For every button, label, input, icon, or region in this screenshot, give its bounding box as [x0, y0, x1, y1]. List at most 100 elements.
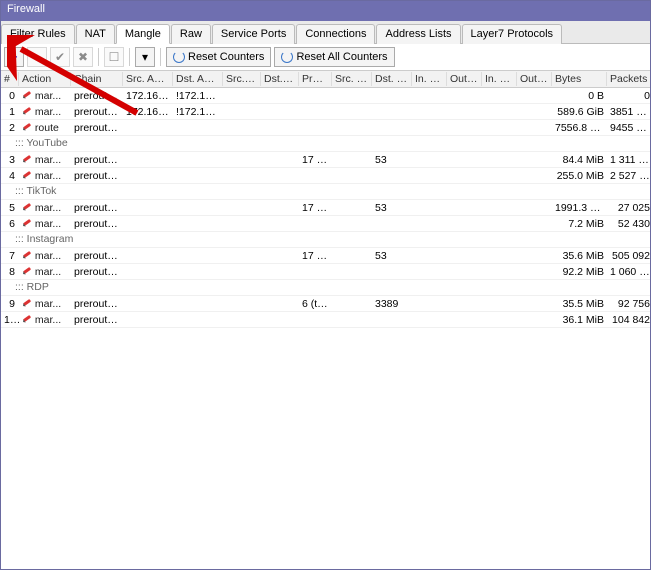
table-row[interactable]: 7 mar...prerouting17 (u...5335.6 MiB505 …: [1, 248, 650, 264]
cell: !172.16.0.0....: [173, 106, 223, 118]
cell: mar...: [19, 313, 71, 326]
pencil-icon: [22, 153, 32, 163]
cell: 9455 730...: [607, 122, 650, 134]
cell: mar...: [19, 217, 71, 230]
cell: 0: [607, 90, 650, 102]
cell: 0 B: [552, 90, 607, 102]
add-button[interactable]: +: [4, 47, 24, 67]
reset-counters-label: Reset Counters: [188, 51, 264, 63]
table-row[interactable]: 2 routeprerouting7556.8 GiB9455 730...: [1, 120, 650, 136]
column-header[interactable]: Bytes: [552, 72, 607, 86]
tabbar: Filter RulesNATMangleRawService PortsCon…: [1, 21, 650, 44]
table-row[interactable]: 10 mar...prerouting36.1 MiB104 842: [1, 312, 650, 328]
tab-address-lists[interactable]: Address Lists: [376, 24, 460, 44]
remove-button[interactable]: −: [27, 47, 47, 67]
tab-raw[interactable]: Raw: [171, 24, 211, 44]
tab-layer7-protocols[interactable]: Layer7 Protocols: [462, 24, 563, 44]
column-header[interactable]: Dst. Port: [372, 72, 412, 86]
table-row[interactable]: 9 mar...prerouting6 (tcp)338935.5 MiB92 …: [1, 296, 650, 312]
cell: prerouting: [71, 218, 123, 230]
cell: mar...: [19, 105, 71, 118]
group-row[interactable]: ::: YouTube: [1, 136, 650, 152]
tab-service-ports[interactable]: Service Ports: [212, 24, 295, 44]
table-row[interactable]: 0 mar...prerouting172.16.0.0/...!172.16.…: [1, 88, 650, 104]
pencil-icon: [22, 217, 32, 227]
cell: 4: [1, 170, 19, 182]
cell: 92 756: [607, 298, 650, 310]
reset-icon: [281, 51, 293, 63]
cell: 92.2 MiB: [552, 266, 607, 278]
tab-connections[interactable]: Connections: [296, 24, 375, 44]
column-header[interactable]: Proto...: [299, 72, 332, 86]
tab-mangle[interactable]: Mangle: [116, 24, 170, 44]
enable-button[interactable]: ✔: [50, 47, 70, 67]
cell: 6 (tcp): [299, 298, 332, 310]
cell: mar...: [19, 169, 71, 182]
reset-all-counters-button[interactable]: Reset All Counters: [274, 47, 394, 67]
reset-icon: [173, 51, 185, 63]
filter-button[interactable]: ▾: [135, 47, 155, 67]
column-header[interactable]: #: [1, 72, 19, 86]
cell: mar...: [19, 249, 71, 262]
cell: prerouting: [71, 298, 123, 310]
cell: 8: [1, 266, 19, 278]
cell: prerouting: [71, 90, 123, 102]
cell: prerouting: [71, 314, 123, 326]
cell: 84.4 MiB: [552, 154, 607, 166]
action-label: mar...: [32, 218, 61, 230]
pencil-icon: [22, 105, 32, 115]
action-label: mar...: [32, 266, 61, 278]
reset-counters-button[interactable]: Reset Counters: [166, 47, 271, 67]
group-row[interactable]: ::: Instagram: [1, 232, 650, 248]
cell: 35.5 MiB: [552, 298, 607, 310]
cell: prerouting: [71, 154, 123, 166]
column-header[interactable]: Dst. Ad...: [261, 72, 299, 86]
table-row[interactable]: 8 mar...prerouting92.2 MiB1 060 059: [1, 264, 650, 280]
cell: 7556.8 GiB: [552, 122, 607, 134]
column-header[interactable]: In. Inter...: [482, 72, 517, 86]
column-header[interactable]: Dst. Address: [173, 72, 223, 86]
cell: 172.16.0.0/...: [123, 90, 173, 102]
action-label: mar...: [32, 154, 61, 166]
column-header[interactable]: Packets: [607, 72, 650, 86]
cell: 589.6 GiB: [552, 106, 607, 118]
reset-all-counters-label: Reset All Counters: [296, 51, 387, 63]
group-row[interactable]: ::: TikTok: [1, 184, 650, 200]
cell: prerouting: [71, 106, 123, 118]
column-header[interactable]: In. Inter...: [412, 72, 447, 86]
action-label: mar...: [32, 202, 61, 214]
tab-nat[interactable]: NAT: [76, 24, 115, 44]
column-header[interactable]: Src. Port: [332, 72, 372, 86]
cell: prerouting: [71, 122, 123, 134]
comment-button[interactable]: ☐: [104, 47, 124, 67]
cell: 2: [1, 122, 19, 134]
column-header[interactable]: Src. Ad...: [223, 72, 261, 86]
column-header[interactable]: Out. Int...: [517, 72, 552, 86]
action-label: mar...: [32, 250, 61, 262]
cell: prerouting: [71, 202, 123, 214]
cell: 5: [1, 202, 19, 214]
column-header[interactable]: Chain: [71, 72, 123, 86]
table-row[interactable]: 5 mar...prerouting17 (u...531991.3 KiB27…: [1, 200, 650, 216]
table-row[interactable]: 6 mar...prerouting7.2 MiB52 430: [1, 216, 650, 232]
table-row[interactable]: 4 mar...prerouting255.0 MiB2 527 054: [1, 168, 650, 184]
column-header[interactable]: Action: [19, 72, 71, 86]
disable-button[interactable]: ✖: [73, 47, 93, 67]
cell: 17 (u...: [299, 154, 332, 166]
pencil-icon: [22, 249, 32, 259]
rules-grid[interactable]: #ActionChainSrc. AddressDst. AddressSrc.…: [1, 71, 650, 569]
toolbar: + − ✔ ✖ ☐ ▾ Reset Counters Reset All Cou…: [1, 44, 650, 71]
action-label: mar...: [32, 106, 61, 118]
cell: mar...: [19, 265, 71, 278]
column-header[interactable]: Src. Address: [123, 72, 173, 86]
separator: [160, 48, 161, 66]
group-row[interactable]: ::: RDP: [1, 280, 650, 296]
table-row[interactable]: 1 mar...prerouting172.16.10....!172.16.0…: [1, 104, 650, 120]
tab-filter-rules[interactable]: Filter Rules: [1, 24, 75, 44]
pencil-icon: [22, 89, 32, 99]
cell: 1991.3 KiB: [552, 202, 607, 214]
column-header[interactable]: Out. Int...: [447, 72, 482, 86]
pencil-icon: [22, 201, 32, 211]
table-row[interactable]: 3 mar...prerouting17 (u...5384.4 MiB1 31…: [1, 152, 650, 168]
pencil-icon: [22, 121, 32, 131]
